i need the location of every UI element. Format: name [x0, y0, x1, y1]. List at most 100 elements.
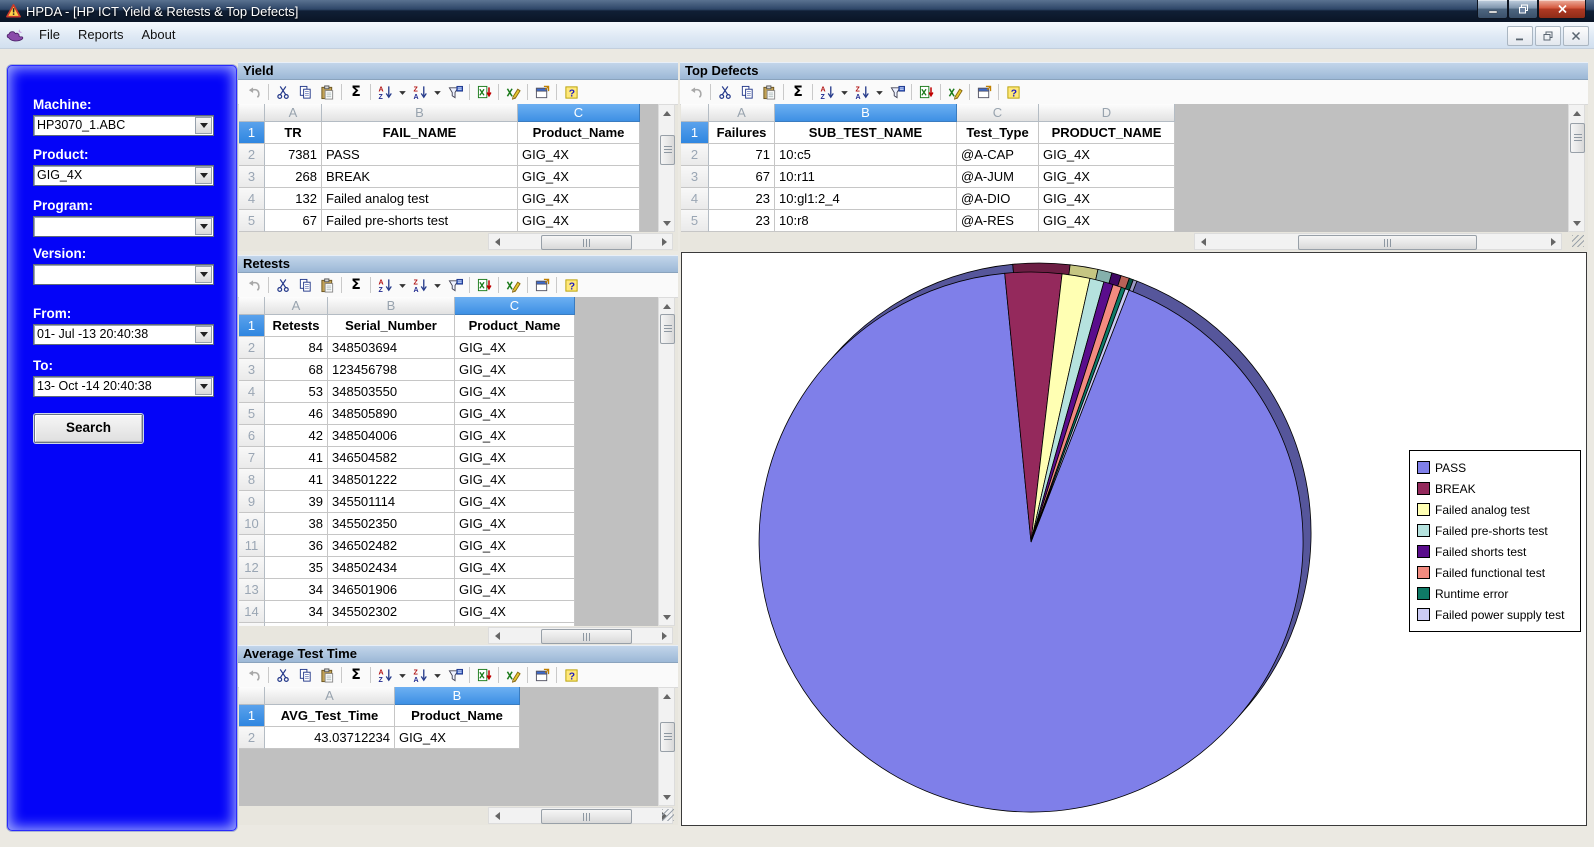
grid-corner-cell[interactable] — [239, 297, 265, 315]
row-number[interactable]: 8 — [239, 469, 265, 491]
filter-icon[interactable] — [445, 83, 465, 101]
column-header-A[interactable]: A — [265, 297, 328, 315]
help-icon[interactable]: ? — [561, 276, 581, 294]
row-number[interactable]: 3 — [239, 359, 265, 381]
menu-about[interactable]: About — [132, 23, 184, 46]
cell[interactable]: 10:gl1:2_4 — [775, 188, 957, 210]
row-number[interactable]: 2 — [239, 144, 265, 166]
avg_test_time-scroll-up-button[interactable] — [660, 689, 673, 703]
cell[interactable]: GIG_4X — [1039, 166, 1175, 188]
row-number[interactable]: 3 — [681, 166, 709, 188]
sort-za-icon[interactable]: ZA — [410, 666, 430, 684]
cell[interactable]: GIG_4X — [518, 210, 640, 232]
paste-icon[interactable] — [317, 666, 337, 684]
avg_test_time-scrollbar-thumb[interactable] — [660, 722, 675, 752]
cell[interactable]: 348504006 — [328, 425, 455, 447]
export-icon[interactable] — [532, 666, 552, 684]
row-number[interactable]: 3 — [239, 166, 265, 188]
cell[interactable]: 348505890 — [328, 403, 455, 425]
avg_test_time-scrollbar-thumb[interactable] — [541, 809, 632, 824]
sum-icon[interactable]: Σ — [346, 83, 366, 101]
column-header-C[interactable]: C — [518, 104, 640, 122]
export-icon[interactable] — [532, 276, 552, 294]
top_defects-scroll-left-button[interactable] — [1196, 235, 1210, 248]
cell[interactable]: 10:c5 — [775, 144, 957, 166]
cell[interactable]: 348500499 — [328, 623, 455, 626]
cell[interactable]: 84 — [265, 337, 328, 359]
cell[interactable]: 68 — [265, 359, 328, 381]
cell[interactable]: 43.03712234 — [265, 727, 395, 749]
cell[interactable]: GIG_4X — [455, 601, 575, 623]
cut-icon[interactable] — [273, 276, 293, 294]
cell[interactable]: 7381 — [265, 144, 322, 166]
column-header-B[interactable]: B — [775, 104, 957, 122]
header-cell[interactable]: TR — [265, 122, 322, 144]
product-select[interactable]: GIG_4X — [33, 165, 214, 186]
row-number[interactable]: 1 — [239, 315, 265, 337]
cell[interactable]: 67 — [709, 166, 775, 188]
row-number[interactable]: 1 — [239, 705, 265, 727]
cell[interactable]: PASS — [322, 144, 518, 166]
top_defects-horizontal-scrollbar[interactable] — [1194, 233, 1562, 250]
sort-za-menu-icon[interactable] — [432, 666, 443, 684]
help-icon[interactable]: ? — [1003, 83, 1023, 101]
cell[interactable]: GIG_4X — [455, 579, 575, 601]
top_defects-scroll-down-button[interactable] — [1570, 216, 1583, 230]
cell[interactable]: @A-RES — [957, 210, 1039, 232]
sort-az-menu-icon[interactable] — [839, 83, 850, 101]
cell[interactable]: GIG_4X — [455, 337, 575, 359]
to-dropdown-button[interactable] — [195, 378, 212, 395]
row-number[interactable]: 9 — [239, 491, 265, 513]
program-select[interactable] — [33, 216, 214, 237]
column-header-A[interactable]: A — [709, 104, 775, 122]
mdi-minimize-button[interactable] — [1507, 26, 1533, 46]
machine-select[interactable]: HP3070_1.ABC — [33, 115, 214, 136]
cell[interactable]: GIG_4X — [455, 557, 575, 579]
cell[interactable]: 346502482 — [328, 535, 455, 557]
cell[interactable]: GIG_4X — [455, 425, 575, 447]
row-number[interactable]: 2 — [681, 144, 709, 166]
sort-za-menu-icon[interactable] — [432, 83, 443, 101]
column-header-B[interactable]: B — [395, 687, 520, 705]
column-header-A[interactable]: A — [265, 104, 322, 122]
row-number[interactable]: 6 — [239, 425, 265, 447]
cell[interactable]: 268 — [265, 166, 322, 188]
row-number[interactable]: 13 — [239, 579, 265, 601]
yield-scrollbar-thumb[interactable] — [660, 135, 675, 165]
cell[interactable]: GIG_4X — [455, 513, 575, 535]
close-button[interactable] — [1538, 0, 1586, 19]
help-icon[interactable]: ? — [561, 83, 581, 101]
row-number[interactable]: 4 — [681, 188, 709, 210]
paste-icon[interactable] — [317, 83, 337, 101]
grid-corner-cell[interactable] — [681, 104, 709, 122]
excel-edit-icon[interactable] — [503, 666, 523, 684]
cell[interactable]: 35 — [265, 557, 328, 579]
retests-scrollbar-thumb[interactable] — [660, 314, 675, 344]
cell[interactable]: 39 — [265, 491, 328, 513]
cell[interactable]: 53 — [265, 381, 328, 403]
cell[interactable]: GIG_4X — [455, 447, 575, 469]
yield-horizontal-scrollbar[interactable] — [488, 233, 673, 250]
row-number[interactable]: 4 — [239, 381, 265, 403]
cell[interactable]: 46 — [265, 403, 328, 425]
cell[interactable]: Failed analog test — [322, 188, 518, 210]
cell[interactable]: GIG_4X — [518, 166, 640, 188]
cell[interactable]: 10:r8 — [775, 210, 957, 232]
row-number[interactable]: 1 — [239, 122, 265, 144]
yield-scroll-right-button[interactable] — [657, 235, 671, 248]
grid-corner-cell[interactable] — [239, 687, 265, 705]
cell[interactable]: 67 — [265, 210, 322, 232]
yield-scrollbar-thumb[interactable] — [541, 235, 632, 250]
row-number[interactable]: 5 — [681, 210, 709, 232]
header-cell[interactable]: Serial_Number — [328, 315, 455, 337]
cell[interactable]: GIG_4X — [455, 623, 575, 626]
cut-icon[interactable] — [273, 666, 293, 684]
cell[interactable]: 346501906 — [328, 579, 455, 601]
mdi-close-button[interactable] — [1563, 26, 1589, 46]
cell[interactable]: GIG_4X — [455, 359, 575, 381]
undo-icon[interactable] — [244, 83, 264, 101]
grid-corner-cell[interactable] — [239, 104, 265, 122]
row-number[interactable]: 5 — [239, 403, 265, 425]
row-number[interactable]: 2 — [239, 727, 265, 749]
sort-az-icon[interactable]: AZ — [375, 666, 395, 684]
